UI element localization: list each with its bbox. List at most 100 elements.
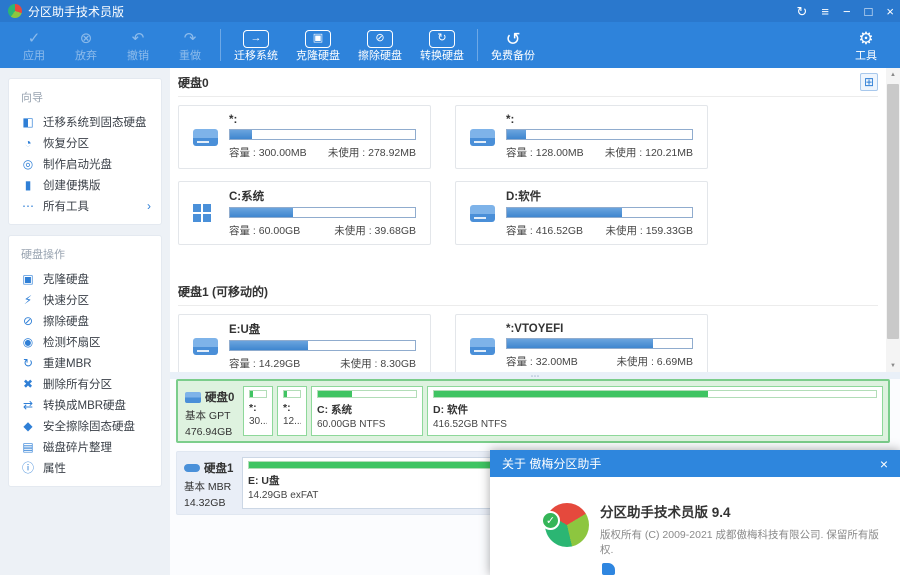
disk-icon — [185, 391, 201, 403]
product-name: 分区助手技术员版 9.4 — [600, 505, 731, 520]
app-window: 分区助手技术员版 ↻ ≡ − □ × ✓ 应用 ⊗ 放弃 ↶ 撤销 ↷ 重做 → — [0, 0, 900, 575]
capacity-label: 容量 : 14.29GB — [229, 358, 301, 370]
sidebar-item-migrate-os-to-ssd[interactable]: ◧ 迁移系统到固态硬盘 — [9, 111, 161, 132]
convert-disk-button[interactable]: ↻ 转换硬盘 — [411, 24, 473, 66]
disk1-header: 硬盘1 (可移动的) — [170, 277, 886, 303]
check-badge-icon: ✓ — [541, 511, 560, 530]
wipe-disk-button[interactable]: ⊘ 擦除硬盘 — [349, 24, 411, 66]
undo-arrow-icon: ↶ — [131, 30, 145, 47]
usage-bar — [433, 390, 877, 398]
disk1-size: 14.32GB — [184, 497, 226, 509]
sidebar: 向导 ◧ 迁移系统到固态硬盘 ◔ 恢复分区 ◎ 制作启动光盘 ▮ 创建便携版 ⋯… — [0, 68, 170, 575]
close-icon[interactable]: × — [886, 5, 894, 18]
disk0-size: 476.94GB — [185, 426, 233, 438]
sidebar-item-recover-partition[interactable]: ◔ 恢复分区 — [9, 132, 161, 153]
disk1-title: 硬盘1 (可移动的) — [178, 284, 269, 299]
free-label: 未使用 : 120.21MB — [604, 147, 693, 159]
refresh-icon[interactable]: ↻ — [796, 5, 807, 18]
disk1-label[interactable]: 硬盘1 基本 MBR 14.32GB — [182, 457, 242, 509]
tools-button[interactable]: ⚙ 工具 — [840, 24, 892, 66]
defrag-icon: ▤ — [22, 439, 34, 454]
undo-button[interactable]: ↶ 撤销 — [112, 24, 164, 66]
free-label: 未使用 : 8.30GB — [340, 358, 416, 370]
sidebar-item-rebuild-mbr[interactable]: ↻ 重建MBR — [9, 352, 161, 373]
partition-block-reserved2[interactable]: *: 12... — [277, 386, 307, 436]
chevron-right-icon: › — [147, 198, 151, 213]
bootable-disc-icon: ◎ — [22, 156, 34, 171]
sidebar-item-secure-erase-ssd[interactable]: ◆ 安全擦除固态硬盘 — [9, 415, 161, 436]
about-dialog-titlebar: 关于 傲梅分区助手 × — [490, 450, 900, 477]
disk0-cards: *: 容量 : 300.00MB 未使用 : 278.92MB *: 容量 : … — [170, 97, 886, 245]
disk-operations-section: 硬盘操作 ▣ 克隆硬盘 ⚡ 快速分区 ⊘ 擦除硬盘 ◉ 检测坏扇区 ↻ 重建MB… — [8, 235, 162, 487]
sidebar-item-all-tools[interactable]: ⋯ 所有工具 › — [9, 195, 161, 216]
usage-bar — [229, 207, 416, 218]
sidebar-item-create-portable[interactable]: ▮ 创建便携版 — [9, 174, 161, 195]
disk0-header: 硬盘0 ⊞ — [170, 68, 886, 94]
usage-bar — [249, 390, 267, 398]
sidebar-item-convert-to-mbr[interactable]: ⇄ 转换成MBR硬盘 — [9, 394, 161, 415]
disk0-label[interactable]: 硬盘0 基本 GPT 476.94GB — [183, 386, 243, 438]
volume-card-panel: 硬盘0 ⊞ *: 容量 : 300.00MB 未使用 : 278.92MB *:… — [170, 68, 886, 372]
scroll-down-icon[interactable]: ▼ — [886, 359, 900, 372]
partition-card-reserved1[interactable]: *: 容量 : 300.00MB 未使用 : 278.92MB — [178, 105, 431, 169]
usb-drive-icon — [470, 337, 495, 355]
disk0-row[interactable]: 硬盘0 基本 GPT 476.94GB *: 30... *: 12... C:… — [176, 379, 890, 443]
titlebar: 分区助手技术员版 ↻ ≡ − □ × — [0, 0, 900, 22]
discard-button[interactable]: ⊗ 放弃 — [60, 24, 112, 66]
sidebar-item-make-bootable-media[interactable]: ◎ 制作启动光盘 — [9, 153, 161, 174]
close-icon[interactable]: × — [880, 456, 888, 472]
partition-block-reserved1[interactable]: *: 30... — [243, 386, 273, 436]
partition-card-c-system[interactable]: C:系统 容量 : 60.00GB 未使用 : 39.68GB — [178, 181, 431, 245]
view-toggle-icon[interactable]: ⊞ — [860, 73, 878, 91]
minimize-icon[interactable]: − — [843, 5, 851, 18]
disk1-cards: E:U盘 容量 : 14.29GB 未使用 : 8.30GB *:VTOYEFI… — [170, 306, 886, 372]
capacity-label: 容量 : 60.00GB — [229, 225, 301, 237]
recover-partition-icon: ◔ — [24, 135, 32, 150]
sector-scan-icon: ◉ — [22, 334, 34, 349]
capacity-label: 容量 : 128.00MB — [506, 147, 584, 159]
lightning-icon: ⚡ — [23, 292, 33, 307]
about-dialog-title: 关于 傲梅分区助手 — [502, 457, 602, 471]
disk0-title: 硬盘0 — [178, 75, 209, 90]
sidebar-item-properties[interactable]: ⓘ 属性 — [9, 457, 161, 478]
toolbar: ✓ 应用 ⊗ 放弃 ↶ 撤销 ↷ 重做 → 迁移系统 ▣ 克隆硬盘 ⊘ 擦除硬盘 — [0, 22, 900, 68]
migrate-disk-icon: → — [243, 29, 269, 48]
sidebar-item-wipe-disk[interactable]: ⊘ 擦除硬盘 — [9, 310, 161, 331]
convert-arrows-icon: ⇄ — [22, 397, 34, 412]
usage-bar — [229, 129, 416, 140]
menu-icon[interactable]: ≡ — [821, 5, 829, 18]
usage-bar — [506, 129, 693, 140]
scroll-up-icon[interactable]: ▲ — [886, 68, 900, 81]
clone-disk-icon: ▣ — [305, 29, 331, 48]
toolbar-separator — [220, 29, 221, 61]
sidebar-item-clone-disk[interactable]: ▣ 克隆硬盘 — [9, 268, 161, 289]
apply-button[interactable]: ✓ 应用 — [8, 24, 60, 66]
wrench-icon: ⚙ — [858, 29, 874, 48]
usage-bar — [283, 390, 301, 398]
maximize-icon[interactable]: □ — [865, 5, 873, 18]
free-label: 未使用 : 6.69MB — [616, 356, 693, 368]
partition-card-vtoyefi[interactable]: *:VTOYEFI 容量 : 32.00MB 未使用 : 6.69MB — [455, 314, 708, 372]
partition-block-c-system[interactable]: C: 系统 60.00GB NTFS — [311, 386, 423, 436]
windows-logo-icon — [193, 204, 211, 222]
free-backup-button[interactable]: ↺ 免费备份 — [482, 24, 544, 66]
usb-drive-icon — [193, 337, 218, 355]
partition-card-d-software[interactable]: D:软件 容量 : 416.52GB 未使用 : 159.33GB — [455, 181, 708, 245]
panel-splitter[interactable]: ⋯ — [170, 371, 900, 380]
apply-check-icon: ✓ — [27, 30, 41, 47]
migrate-os-button[interactable]: → 迁移系统 — [225, 24, 287, 66]
redo-button[interactable]: ↷ 重做 — [164, 24, 216, 66]
vertical-scrollbar[interactable]: ▲ ▼ — [886, 68, 900, 372]
partition-card-e-usb[interactable]: E:U盘 容量 : 14.29GB 未使用 : 8.30GB — [178, 314, 431, 372]
scrollbar-thumb[interactable] — [887, 84, 899, 339]
sidebar-item-check-bad-sectors[interactable]: ◉ 检测坏扇区 — [9, 331, 161, 352]
partition-card-reserved2[interactable]: *: 容量 : 128.00MB 未使用 : 120.21MB — [455, 105, 708, 169]
clone-disk-button[interactable]: ▣ 克隆硬盘 — [287, 24, 349, 66]
sidebar-item-defragment[interactable]: ▤ 磁盘碎片整理 — [9, 436, 161, 457]
partition-block-d-software[interactable]: D: 软件 416.52GB NTFS — [427, 386, 883, 436]
product-logo-icon: ✓ — [541, 503, 589, 547]
usage-bar — [506, 207, 693, 218]
sidebar-item-delete-all-partitions[interactable]: ✖ 删除所有分区 — [9, 373, 161, 394]
sidebar-item-quick-partition[interactable]: ⚡ 快速分区 — [9, 289, 161, 310]
usb-stick-icon: ▮ — [24, 177, 32, 192]
